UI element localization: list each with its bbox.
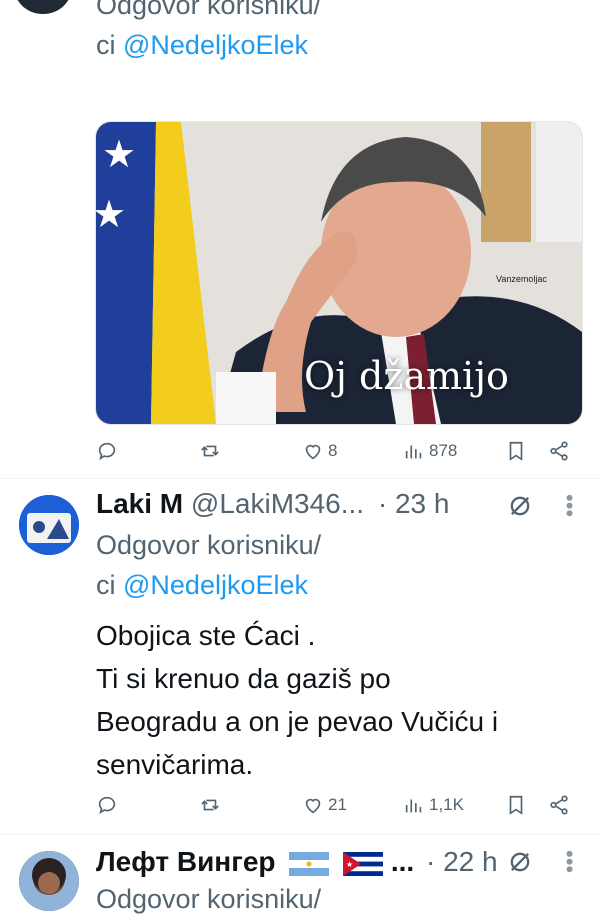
media-watermark: Vanzemoljac xyxy=(496,274,547,284)
views-icon xyxy=(405,799,422,813)
reply-context-line: ci @NedeljkoElek xyxy=(96,570,308,600)
tweet-header: Лефт Вингер ★ ... · 22 h xyxy=(96,846,498,878)
like-count: 8 xyxy=(328,441,338,460)
repost-icon xyxy=(201,445,219,457)
more-options-icon[interactable]: ••• xyxy=(557,850,582,873)
like-count: 21 xyxy=(328,795,347,814)
reply-context-prefix: ci xyxy=(96,30,123,60)
grok-icon[interactable] xyxy=(506,492,534,520)
more-options-icon[interactable]: ••• xyxy=(557,494,582,517)
reply-handle-link[interactable]: @NedeljkoElek xyxy=(123,30,308,60)
bookmark-button[interactable] xyxy=(505,794,527,816)
tweet-text-line: Obojica ste Ćaci . xyxy=(96,620,316,651)
repost-button[interactable] xyxy=(199,794,225,816)
tweet-text-line: senvičarima. xyxy=(96,749,254,780)
reply-context-label: Odgovor korisniku/ xyxy=(96,0,322,20)
avatar[interactable] xyxy=(19,495,79,555)
tweet-text-line: Beogradu a on je pevao Vučiću i xyxy=(96,706,499,737)
reply-button[interactable] xyxy=(96,794,122,816)
reply-context-line: ci @NedeljkoElek xyxy=(96,30,308,60)
reply-context-label: Odgovor korisniku/ xyxy=(96,530,322,560)
share-button[interactable] xyxy=(548,440,570,462)
views-button[interactable]: 1,1K xyxy=(403,794,464,816)
heart-icon xyxy=(305,444,321,460)
tweet-media-image[interactable]: ★ ★ Oj džamijo Vanzemoljac xyxy=(95,121,583,425)
avatar[interactable] xyxy=(19,851,79,911)
cuba-flag-icon: ★ xyxy=(343,851,384,876)
bookmark-icon xyxy=(509,441,523,461)
user-handle[interactable]: @LakiM346... xyxy=(191,488,364,519)
display-name[interactable]: Лефт Вингер xyxy=(96,846,276,877)
tweet-divider xyxy=(0,478,600,479)
reply-icon xyxy=(98,796,116,815)
avatar-image xyxy=(19,851,79,911)
view-count: 878 xyxy=(429,441,458,460)
reply-button[interactable] xyxy=(96,440,122,462)
bookmark-icon xyxy=(509,795,523,815)
heart-icon xyxy=(305,798,321,814)
tweet-header: Laki M @LakiM346... · 23 h xyxy=(96,488,449,520)
bookmark-button[interactable] xyxy=(505,440,527,462)
repost-button[interactable] xyxy=(199,440,225,462)
tweet-divider xyxy=(0,834,600,835)
svg-text:★: ★ xyxy=(102,134,136,176)
share-icon xyxy=(550,795,568,815)
views-icon xyxy=(405,445,422,459)
avatar-image xyxy=(19,495,79,555)
share-icon xyxy=(550,441,568,461)
reply-icon xyxy=(98,442,116,461)
display-name[interactable]: Laki M xyxy=(96,488,183,519)
tweet-text-line: Ti si krenuo da gaziš po xyxy=(96,663,391,694)
argentina-flag-icon xyxy=(289,851,330,876)
timestamp[interactable]: · 22 h xyxy=(426,846,498,877)
view-count: 1,1K xyxy=(429,795,464,814)
grok-icon[interactable] xyxy=(506,848,534,876)
like-button[interactable]: 8 xyxy=(302,440,337,462)
share-button[interactable] xyxy=(548,794,570,816)
reply-context-prefix: ci xyxy=(96,570,123,600)
name-ellipsis: ... xyxy=(390,846,415,877)
media-caption: Oj džamijo xyxy=(304,354,509,398)
repost-icon xyxy=(201,799,219,811)
svg-text:★: ★ xyxy=(96,194,126,236)
reply-handle-link[interactable]: @NedeljkoElek xyxy=(123,570,308,600)
reply-context-label: Odgovor korisniku/ xyxy=(96,884,322,914)
timestamp[interactable]: · 23 h xyxy=(378,488,450,519)
svg-text:★: ★ xyxy=(346,860,353,869)
views-button[interactable]: 878 xyxy=(403,440,457,462)
like-button[interactable]: 21 xyxy=(302,794,347,816)
avatar[interactable] xyxy=(14,0,72,14)
